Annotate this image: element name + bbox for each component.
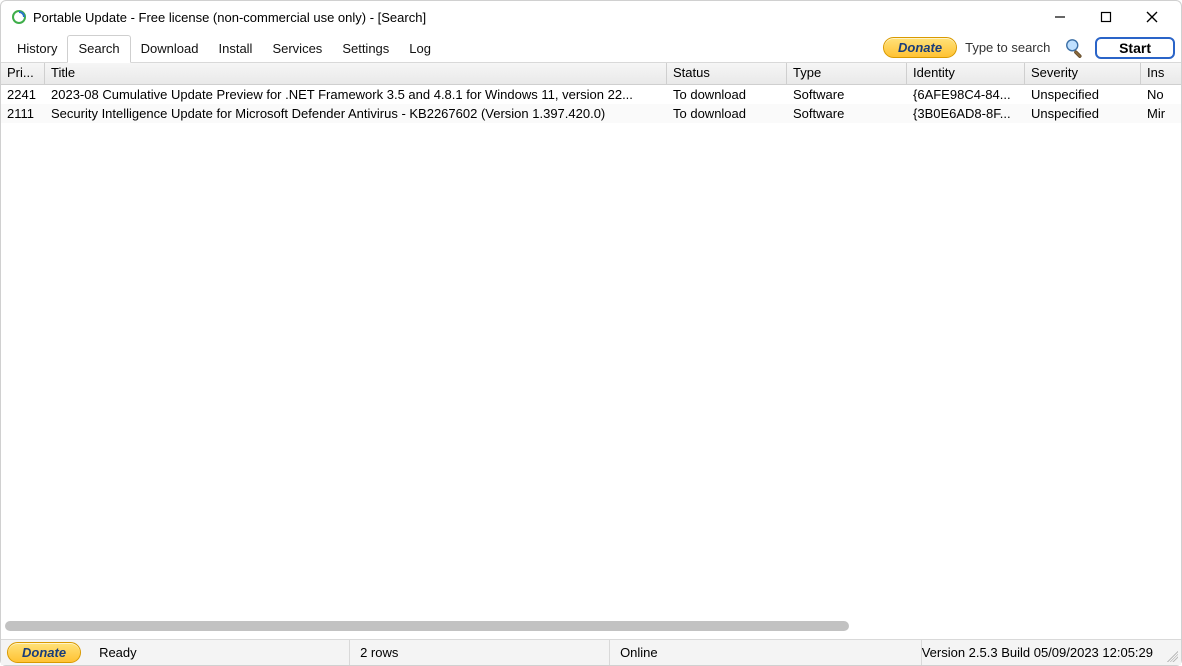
tab-services[interactable]: Services (262, 36, 332, 62)
tab-history[interactable]: History (7, 36, 67, 62)
search-icon[interactable] (1063, 36, 1087, 60)
cell: To download (667, 105, 787, 122)
table-row[interactable]: 2111Security Intelligence Update for Mic… (1, 104, 1181, 123)
table-row[interactable]: 22412023-08 Cumulative Update Preview fo… (1, 85, 1181, 104)
scrollbar-thumb[interactable] (5, 621, 849, 631)
maximize-icon (1100, 11, 1112, 23)
status-version: Version 2.5.3 Build 05/09/2023 12:05:29 (921, 640, 1181, 665)
resize-grip-icon[interactable] (1164, 648, 1178, 662)
cell: {3B0E6AD8-8F... (907, 105, 1025, 122)
maximize-button[interactable] (1083, 2, 1129, 32)
cell: 2111 (1, 105, 45, 122)
cell: Mir (1141, 105, 1181, 122)
grid-header: Pri... Title Status Type Identity Severi… (1, 63, 1181, 85)
minimize-button[interactable] (1037, 2, 1083, 32)
col-header-priority[interactable]: Pri... (1, 63, 45, 84)
cell: 2023-08 Cumulative Update Preview for .N… (45, 86, 667, 103)
tab-install[interactable]: Install (208, 36, 262, 62)
cell: Security Intelligence Update for Microso… (45, 105, 667, 122)
close-button[interactable] (1129, 2, 1175, 32)
col-header-severity[interactable]: Severity (1025, 63, 1141, 84)
col-header-title[interactable]: Title (45, 63, 667, 84)
cell: To download (667, 86, 787, 103)
statusbar-donate-button[interactable]: Donate (7, 642, 81, 663)
app-icon (11, 9, 27, 25)
tab-settings[interactable]: Settings (332, 36, 399, 62)
col-header-type[interactable]: Type (787, 63, 907, 84)
tab-download[interactable]: Download (131, 36, 209, 62)
cell: {6AFE98C4-84... (907, 86, 1025, 103)
status-online: Online (609, 640, 869, 665)
col-header-identity[interactable]: Identity (907, 63, 1025, 84)
start-button[interactable]: Start (1095, 37, 1175, 59)
col-header-installed[interactable]: Ins (1141, 63, 1181, 84)
grid-body[interactable]: 22412023-08 Cumulative Update Preview fo… (1, 85, 1181, 639)
status-rowcount: 2 rows (349, 640, 609, 665)
cell: Unspecified (1025, 105, 1141, 122)
cell: 2241 (1, 86, 45, 103)
minimize-icon (1054, 11, 1066, 23)
window-title: Portable Update - Free license (non-comm… (33, 10, 426, 25)
tab-log[interactable]: Log (399, 36, 441, 62)
cell: Software (787, 105, 907, 122)
cell: Software (787, 86, 907, 103)
search-input[interactable]: Type to search (965, 40, 1055, 55)
titlebar: Portable Update - Free license (non-comm… (1, 1, 1181, 33)
cell: Unspecified (1025, 86, 1141, 103)
donate-button[interactable]: Donate (883, 37, 957, 58)
close-icon (1146, 11, 1158, 23)
cell: No (1141, 86, 1181, 103)
col-header-status[interactable]: Status (667, 63, 787, 84)
tab-search[interactable]: Search (67, 35, 130, 63)
toolbar: HistorySearchDownloadInstallServicesSett… (1, 33, 1181, 63)
results-grid: Pri... Title Status Type Identity Severi… (1, 63, 1181, 639)
status-ready: Ready (89, 640, 349, 665)
horizontal-scrollbar[interactable] (5, 621, 1177, 635)
statusbar: Donate Ready 2 rows Online Version 2.5.3… (1, 639, 1181, 665)
